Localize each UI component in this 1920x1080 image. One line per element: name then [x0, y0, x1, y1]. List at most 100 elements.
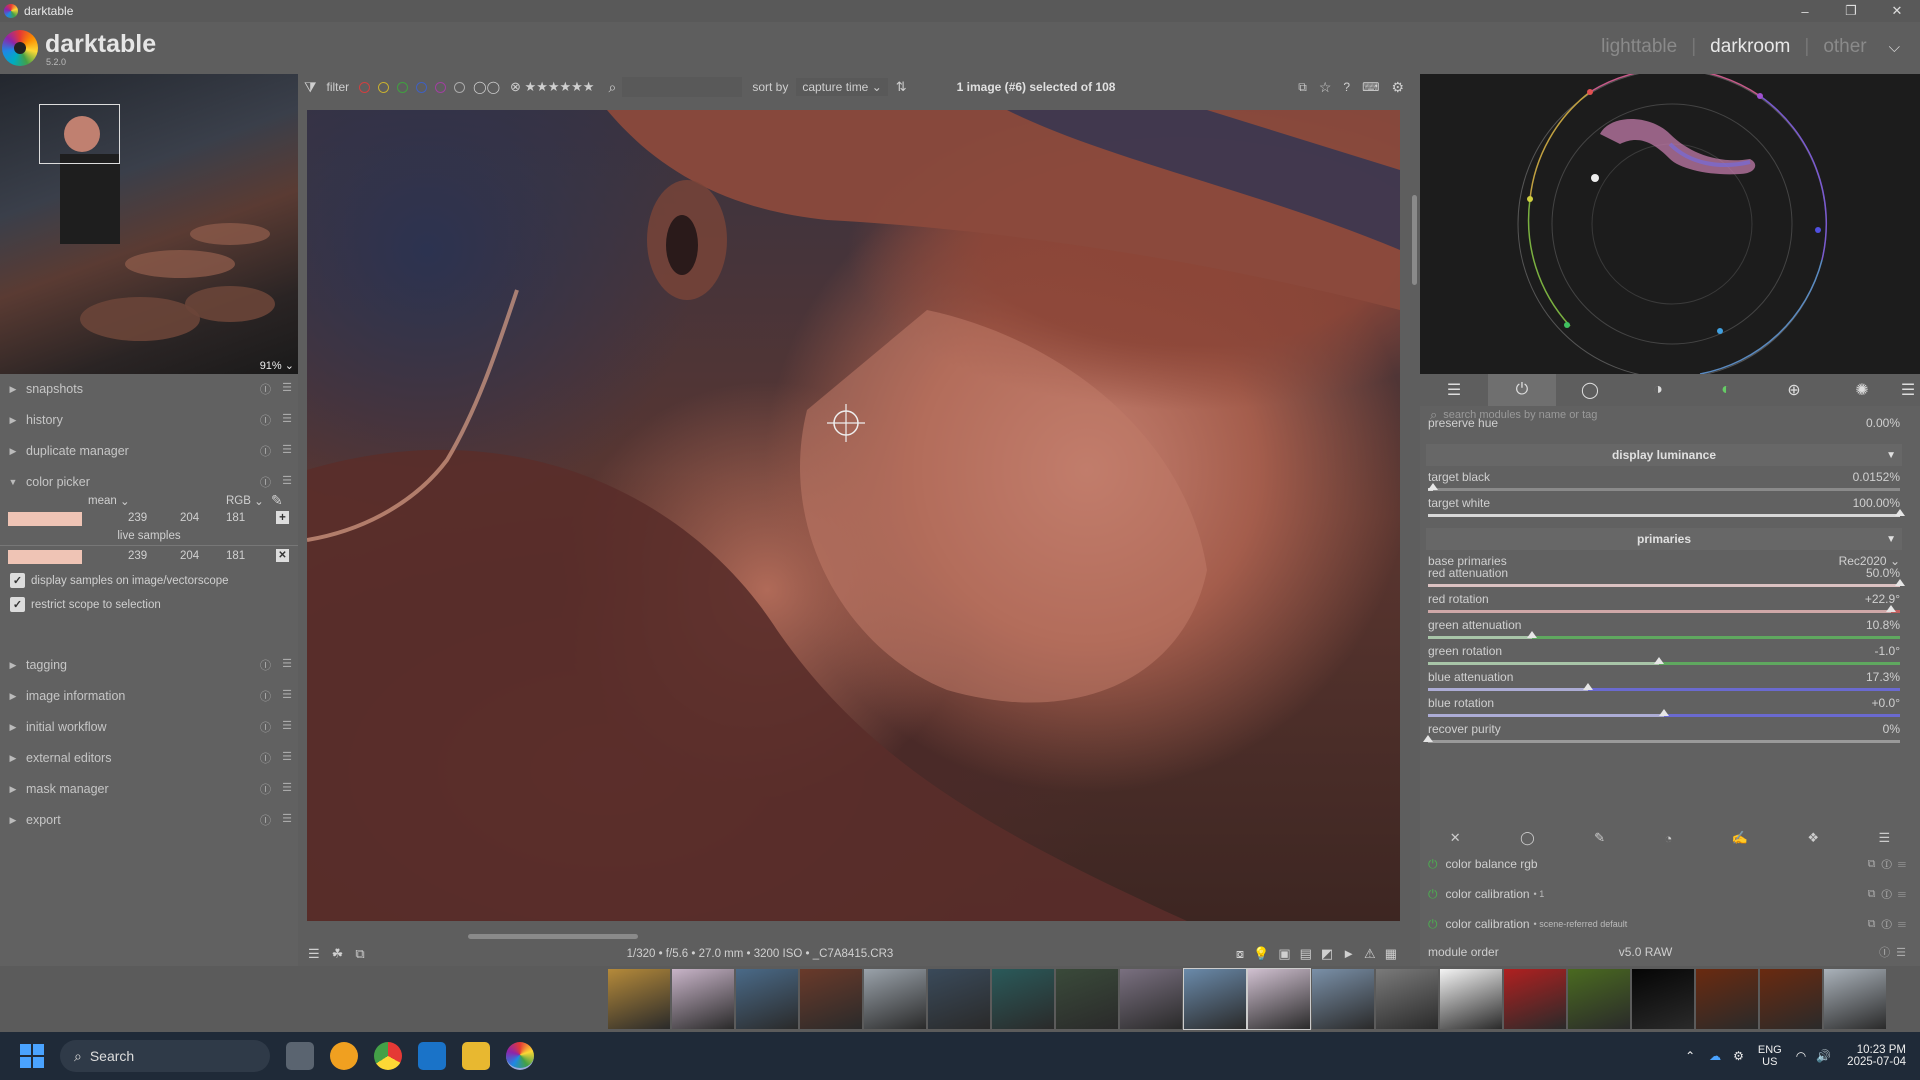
text-search-input[interactable] [622, 77, 743, 97]
reset-icon[interactable]: Ⓘ [260, 688, 271, 704]
task-view-icon[interactable] [286, 1042, 314, 1070]
module-external-editors[interactable]: ▶ external editors Ⓘ ☰ [0, 743, 298, 773]
green-rotation-slider[interactable]: green rotation -1.0° [1428, 644, 1900, 670]
weather-icon[interactable] [330, 1042, 358, 1070]
correct-group-icon[interactable]: ⊕ [1760, 374, 1828, 406]
file-explorer-icon[interactable] [462, 1042, 490, 1070]
color-label-blue-icon[interactable] [416, 81, 428, 93]
grouping-icon[interactable]: ⧉ [1298, 80, 1307, 95]
color-label-purple-icon[interactable] [435, 81, 447, 93]
active-modules-power-icon[interactable]: ⏻ [1488, 374, 1556, 406]
raster-mask-icon[interactable]: ❖ [1807, 830, 1819, 846]
module-color-calibration-1[interactable]: ⏻ color calibration • 1 ⧉Ⓘ☰ [1428, 882, 1912, 906]
presets-menu-icon[interactable]: ☰ [282, 688, 292, 704]
restrict-scope-checkbox[interactable]: ✓ restrict scope to selection [10, 597, 161, 612]
tray-overflow-chevron-icon[interactable]: ⌃ [1685, 1049, 1695, 1063]
shortcuts-keyboard-icon[interactable]: ⌨ [1362, 80, 1379, 94]
color-label-none-icon[interactable] [454, 81, 466, 93]
target-white-slider[interactable]: target white 100.00% [1428, 496, 1905, 522]
filmstrip-thumbnail[interactable] [1440, 969, 1502, 1029]
reset-icon[interactable]: Ⓘ [260, 412, 271, 428]
sort-direction-icon[interactable]: ⇅ [896, 79, 907, 95]
drawn-parametric-mask-icon[interactable]: ✍ [1732, 830, 1748, 846]
bottom-toggles-icons[interactable]: ⧇💡▣▤◩►⚠▦ [1236, 946, 1406, 962]
start-button-windows-icon[interactable] [20, 1044, 44, 1068]
filmstrip-thumbnail[interactable] [1120, 969, 1182, 1029]
remove-sample-icon[interactable]: ✕ [276, 549, 289, 562]
onedrive-cloud-icon[interactable]: ☁ [1709, 1049, 1721, 1063]
filmstrip-thumbnail[interactable] [672, 969, 734, 1029]
presets-menu-icon[interactable]: ☰ [282, 781, 292, 797]
filmstrip-thumbnail[interactable] [928, 969, 990, 1029]
module-snapshots[interactable]: ▶ snapshots Ⓘ ☰ [0, 374, 298, 404]
slider-knob[interactable] [1654, 657, 1665, 664]
filmstrip-thumbnail[interactable] [1312, 969, 1374, 1029]
filmstrip-thumbnail[interactable] [1376, 969, 1438, 1029]
presets-menu-icon[interactable]: ☰ [282, 750, 292, 766]
rating-filter-stars-icon[interactable]: ⊗ ★★★★★★ [510, 79, 594, 95]
presets-menu-icon[interactable]: ☰ [282, 381, 292, 397]
preserve-hue-slider[interactable]: preserve hue 0.00% [1428, 416, 1900, 436]
slider-knob[interactable] [1885, 605, 1896, 612]
outlook-icon[interactable] [418, 1042, 446, 1070]
volume-icon[interactable]: 🔊 [1816, 1049, 1831, 1063]
view-lighttable[interactable]: lighttable [1601, 36, 1677, 58]
filmstrip-thumbnail[interactable] [864, 969, 926, 1029]
module-color-balance-rgb[interactable]: ⏻ color balance rgb ⧉Ⓘ☰ [1428, 852, 1912, 876]
reset-icon[interactable]: Ⓘ [260, 750, 271, 766]
filmstrip-thumbnail[interactable] [736, 969, 798, 1029]
chrome-icon[interactable] [374, 1042, 402, 1070]
filmstrip-thumbnail[interactable] [1183, 968, 1247, 1030]
slider-track[interactable] [1428, 683, 1900, 691]
help-icon[interactable]: ? [1343, 80, 1350, 94]
filmstrip-thumbnail[interactable] [800, 969, 862, 1029]
filmstrip-thumbnail[interactable] [1824, 969, 1886, 1029]
wifi-icon[interactable]: ◠ [1796, 1049, 1806, 1063]
horizontal-scrollbar[interactable] [468, 934, 638, 939]
effect-group-icon[interactable]: ✺ [1828, 374, 1896, 406]
vertical-scrollbar[interactable] [1412, 195, 1417, 285]
restore-button[interactable]: ❐ [1828, 0, 1874, 22]
styles-icon[interactable]: ☘ [332, 946, 344, 962]
color-label-operator-icon[interactable]: ◯◯ [473, 80, 500, 94]
slider-track[interactable] [1428, 579, 1905, 587]
picker-model-select[interactable]: RGB ⌄ [226, 494, 264, 508]
network-status-icon[interactable]: ⚙ [1733, 1049, 1744, 1063]
module-image-information[interactable]: ▶ image information Ⓘ ☰ [0, 681, 298, 711]
module-actions-icons[interactable]: ⧉Ⓘ☰ [1868, 918, 1912, 931]
sort-order-select[interactable]: capture time ⌄ [796, 78, 888, 96]
color-label-yellow-icon[interactable] [378, 81, 390, 93]
overlays-star-icon[interactable]: ☆ [1319, 79, 1332, 96]
power-icon[interactable]: ⏻ [1428, 917, 1438, 932]
slider-track[interactable] [1428, 631, 1900, 639]
reset-icon[interactable]: Ⓘ [260, 812, 271, 828]
filmstrip-thumbnail[interactable] [1056, 969, 1118, 1029]
module-order-row[interactable]: module order v5.0 RAW Ⓘ☰ [1428, 940, 1912, 964]
color-label-red-icon[interactable] [359, 81, 371, 93]
color-group-icon[interactable]: ◐ [1692, 374, 1760, 406]
filmstrip-thumbnail[interactable] [1760, 969, 1822, 1029]
minimize-button[interactable]: – [1782, 0, 1828, 22]
presets-menu-icon[interactable]: ☰ [282, 443, 292, 459]
red-rotation-slider[interactable]: red rotation +22.9° [1428, 592, 1900, 618]
view-other[interactable]: other [1823, 36, 1866, 58]
reset-icon[interactable]: Ⓘ [260, 781, 271, 797]
close-button[interactable]: ✕ [1874, 0, 1920, 22]
group-presets-menu-icon[interactable]: ☰ [1896, 374, 1920, 406]
color-picker-crosshair-icon[interactable] [827, 404, 865, 442]
center-image-view[interactable] [307, 110, 1400, 921]
slider-knob[interactable] [1895, 579, 1905, 586]
display-samples-checkbox[interactable]: ✓ display samples on image/vectorscope [10, 573, 229, 588]
module-initial-workflow[interactable]: ▶ initial workflow Ⓘ ☰ [0, 712, 298, 742]
eyedropper-icon[interactable]: ✎ [271, 492, 283, 509]
picker-stat-select[interactable]: mean ⌄ [88, 494, 130, 508]
presets-menu-icon[interactable]: ☰ [282, 812, 292, 828]
slider-track[interactable] [1428, 657, 1900, 665]
module-duplicate-manager[interactable]: ▶ duplicate manager Ⓘ ☰ [0, 436, 298, 466]
vectorscope[interactable] [1420, 74, 1920, 374]
module-tagging[interactable]: ▶ tagging Ⓘ ☰ [0, 650, 298, 680]
power-icon[interactable]: ⏻ [1428, 887, 1438, 902]
display-luminance-section[interactable]: display luminance ▼ [1426, 444, 1902, 466]
module-actions-icons[interactable]: ⧉Ⓘ☰ [1868, 888, 1912, 901]
filmstrip-thumbnail[interactable] [1247, 968, 1311, 1030]
